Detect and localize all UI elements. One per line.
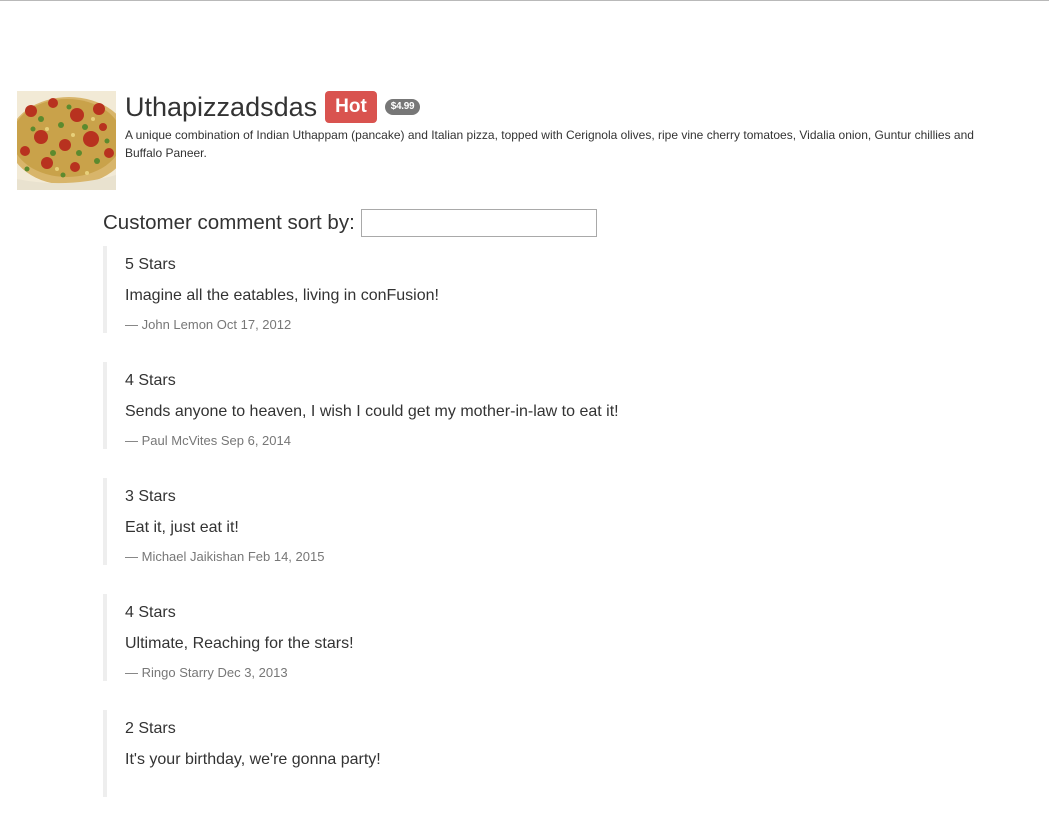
price-badge: $4.99: [384, 99, 421, 115]
comment-rating: 5 Stars: [125, 256, 176, 273]
top-divider: [0, 0, 1049, 1]
comment-rating: 4 Stars: [125, 604, 176, 621]
comment-item: 3 Stars Eat it, just eat it! — Michael J…: [103, 478, 1003, 565]
hot-label: Hot: [325, 91, 377, 123]
comment-item: 4 Stars Ultimate, Reaching for the stars…: [103, 594, 1003, 681]
dish-description: A unique combination of Indian Uthappam …: [125, 128, 974, 160]
comment-item: 2 Stars It's your birthday, we're gonna …: [103, 710, 1003, 797]
sort-input[interactable]: [360, 209, 597, 237]
comment-byline: — John Lemon Oct 17, 2012: [125, 317, 292, 332]
comment-item: 5 Stars Imagine all the eatables, living…: [103, 246, 1003, 333]
comment-text: It's your birthday, we're gonna party!: [125, 751, 381, 768]
comment-sort-row: Customer comment sort by:: [103, 208, 597, 238]
comment-text: Imagine all the eatables, living in conF…: [125, 287, 439, 304]
comment-list: 5 Stars Imagine all the eatables, living…: [103, 246, 1003, 826]
comment-byline: — Ringo Starry Dec 3, 2013: [125, 665, 288, 680]
dish-image: [17, 91, 116, 190]
comment-text: Ultimate, Reaching for the stars!: [125, 635, 354, 652]
dish-info: Uthapizzadsdas Hot $4.99 A unique combin…: [125, 91, 1005, 162]
comment-text: Eat it, just eat it!: [125, 519, 239, 536]
dish-title-row: Uthapizzadsdas Hot $4.99: [125, 91, 1005, 123]
comment-rating: 3 Stars: [125, 488, 176, 505]
dish-name: Uthapizzadsdas: [125, 92, 318, 122]
comment-item: 4 Stars Sends anyone to heaven, I wish I…: [103, 362, 1003, 449]
comment-rating: 2 Stars: [125, 720, 176, 737]
sort-label: Customer comment sort by:: [103, 211, 355, 234]
comment-byline: — Michael Jaikishan Feb 14, 2015: [125, 549, 325, 564]
comment-rating: 4 Stars: [125, 372, 176, 389]
comment-byline: — Paul McVites Sep 6, 2014: [125, 433, 291, 448]
pizza-image-icon: [17, 91, 116, 190]
comment-text: Sends anyone to heaven, I wish I could g…: [125, 403, 619, 420]
